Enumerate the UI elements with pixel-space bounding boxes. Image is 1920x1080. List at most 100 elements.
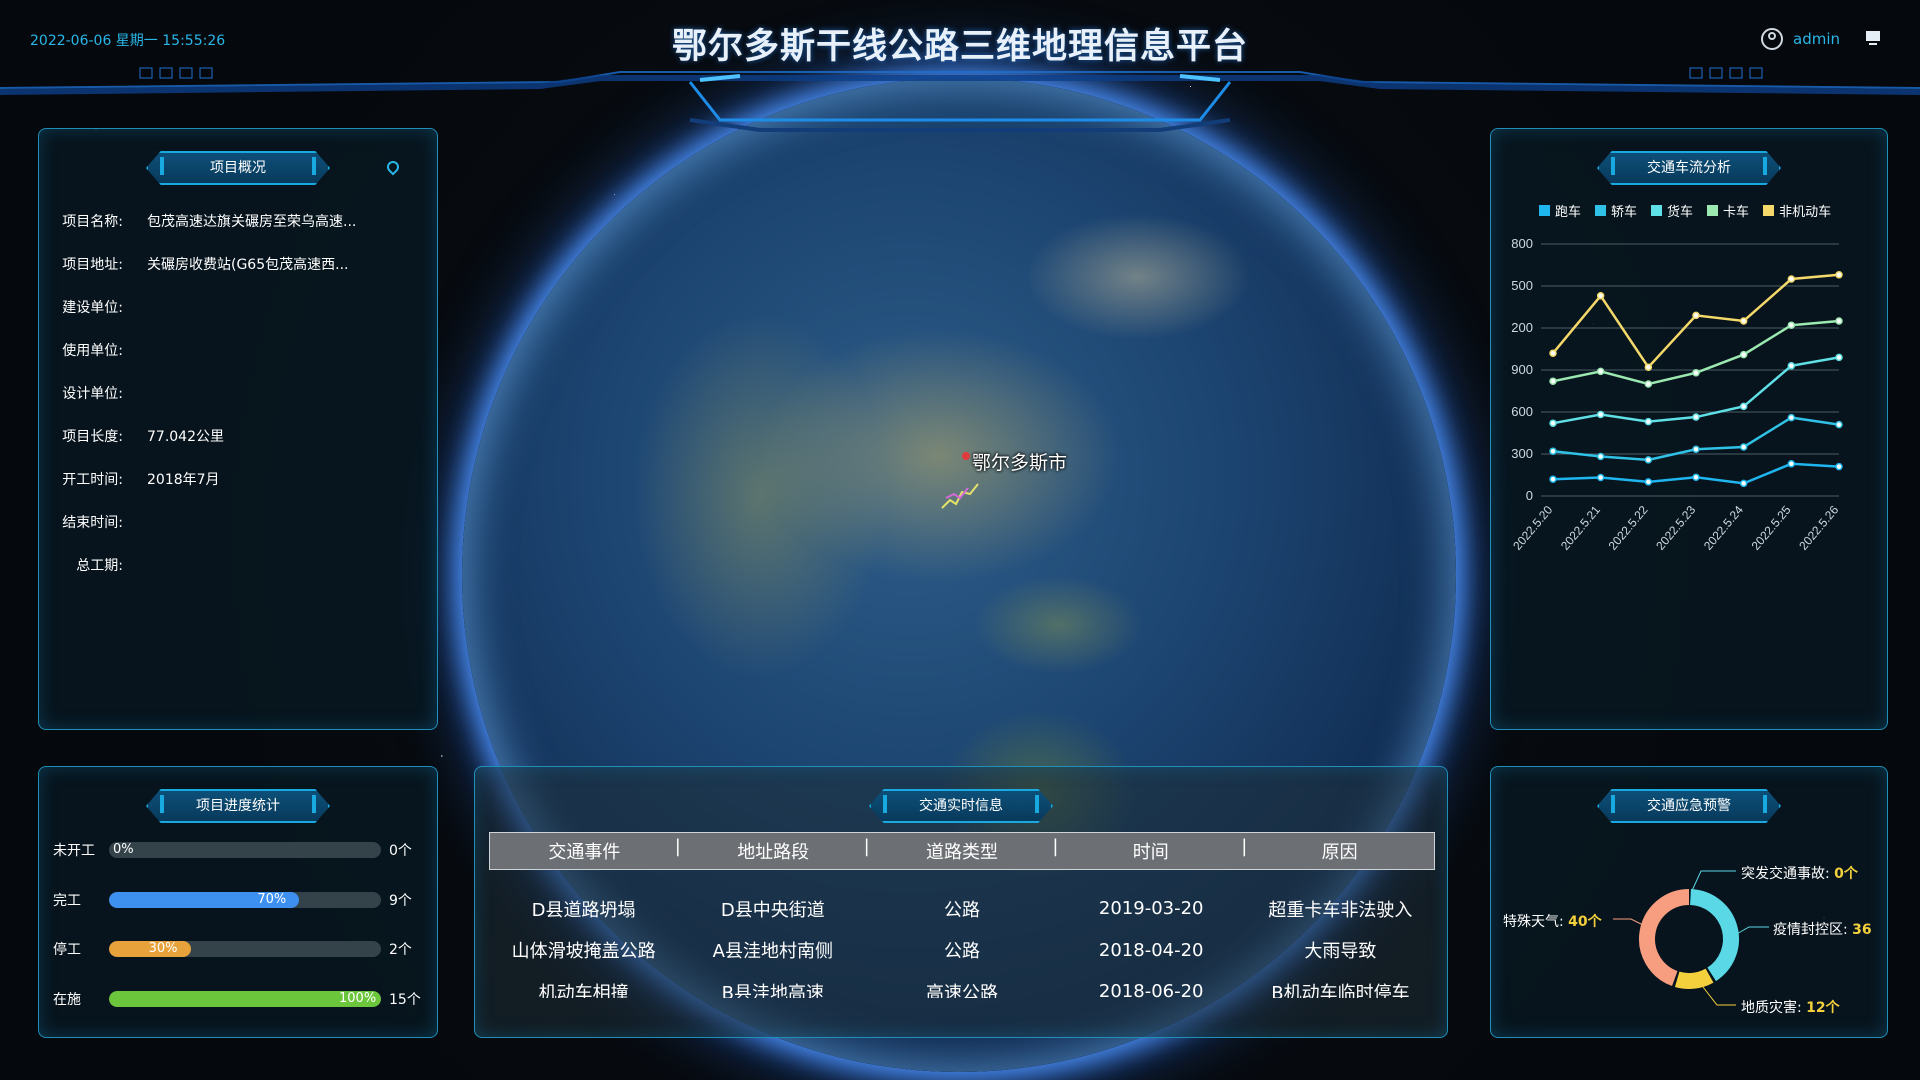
info-row-name: 项目名称: 包茂高速达旗关碾房至荣乌高速...: [39, 199, 437, 242]
data-point[interactable]: [1549, 447, 1557, 455]
data-point[interactable]: [1835, 353, 1843, 362]
data-point[interactable]: [1644, 478, 1653, 486]
legend-label: 非机动车: [1779, 205, 1832, 220]
data-point[interactable]: [1739, 402, 1748, 411]
x-tick-label: 2022.5.20: [1510, 503, 1555, 553]
column-header[interactable]: 交通事件: [490, 838, 679, 864]
data-point[interactable]: [1835, 462, 1843, 471]
data-point[interactable]: [1549, 475, 1557, 483]
info-label: 总工期:: [76, 557, 123, 574]
donut-segment[interactable]: [1690, 889, 1739, 982]
data-point[interactable]: [1692, 369, 1700, 377]
data-point[interactable]: [1596, 292, 1605, 300]
realtime-table-body[interactable]: C高铁暂时停运C县铁路2018-12-20特大暴风雪D县道路坍塌D县中央街道公路…: [489, 870, 1435, 998]
data-point[interactable]: [1596, 452, 1605, 461]
legend-label: 卡车: [1723, 205, 1750, 220]
legend-item[interactable]: 货车: [1651, 201, 1693, 220]
data-point[interactable]: [1692, 445, 1700, 453]
table-row[interactable]: 山体滑坡掩盖公路 A县洼地村南侧 公路 2018-04-20 大雨导致: [489, 930, 1435, 972]
data-point[interactable]: [1549, 349, 1557, 357]
data-point[interactable]: [1835, 271, 1843, 279]
legend-item[interactable]: 轿车: [1595, 201, 1637, 220]
info-value: 包茂高速达旗关碾房至荣乌高速...: [147, 213, 357, 230]
city-marker-icon[interactable]: [962, 452, 970, 460]
progress-label: 完工: [53, 893, 81, 909]
data-point[interactable]: [1835, 420, 1843, 429]
donut-segment[interactable]: [1674, 968, 1714, 989]
progress-count: 2个: [389, 942, 412, 958]
table-cell: 2019-03-20: [1098, 898, 1204, 920]
donut-label-value: 36: [1852, 922, 1872, 938]
progress-percent: 30%: [148, 941, 178, 956]
data-point[interactable]: [1787, 362, 1796, 370]
column-header[interactable]: 时间: [1052, 836, 1245, 864]
table-cell: C高铁暂时停运: [489, 870, 678, 874]
legend-label: 跑车: [1555, 205, 1582, 220]
data-point[interactable]: [1644, 456, 1653, 464]
y-tick-label: 800: [1511, 236, 1533, 251]
progress-row: 在施 100% 15个: [53, 989, 433, 1009]
donut-label-value: 40个: [1568, 914, 1602, 930]
username[interactable]: admin: [1793, 30, 1840, 48]
donut-label-value: 12个: [1806, 1000, 1840, 1016]
city-label[interactable]: 鄂尔多斯市: [972, 448, 1067, 475]
table-row[interactable]: C高铁暂时停运C县铁路2018-12-20特大暴风雪: [489, 870, 1435, 888]
table-cell: 高速公路: [926, 982, 998, 998]
data-point[interactable]: [1596, 367, 1605, 376]
x-tick-label: 2022.5.25: [1749, 503, 1794, 553]
data-point[interactable]: [1549, 377, 1557, 385]
legend-item[interactable]: 跑车: [1539, 201, 1581, 220]
data-point[interactable]: [1739, 317, 1748, 325]
location-icon[interactable]: [384, 158, 402, 176]
y-tick-label: 500: [1511, 278, 1533, 293]
user-icon[interactable]: [1761, 28, 1783, 50]
data-point[interactable]: [1787, 460, 1796, 468]
table-cell: 超重卡车非法驶入: [1268, 899, 1413, 921]
data-point[interactable]: [1644, 417, 1653, 426]
donut-label: 地质灾害: 12个: [1741, 997, 1840, 1017]
highway-route-icon[interactable]: [940, 478, 980, 512]
data-point[interactable]: [1596, 410, 1605, 419]
user-menu[interactable]: admin: [1761, 28, 1840, 50]
data-point[interactable]: [1692, 473, 1700, 481]
panel-title: 项目概况: [146, 151, 330, 185]
data-point[interactable]: [1835, 317, 1843, 325]
table-cell: 2018-04-20: [1098, 939, 1204, 961]
fullscreen-monitor-icon[interactable]: [1866, 31, 1880, 45]
table-cell: A县洼地村南侧: [712, 941, 833, 963]
info-row-user: 使用单位:: [39, 328, 437, 371]
table-cell: 铁路: [867, 870, 1056, 874]
table-row[interactable]: 机动车相撞 B县洼地高速 高速公路 2018-06-20 B机动车临时停车: [489, 971, 1435, 998]
info-label: 项目长度:: [62, 428, 123, 445]
data-point[interactable]: [1596, 473, 1605, 482]
panel-title: 交通实时信息: [869, 789, 1053, 823]
data-point[interactable]: [1549, 419, 1557, 427]
donut-segment[interactable]: [1639, 889, 1690, 987]
data-point[interactable]: [1692, 413, 1700, 421]
column-header[interactable]: 道路类型: [864, 836, 1057, 864]
progress-bar: 100%: [109, 991, 381, 1007]
data-point[interactable]: [1739, 350, 1748, 359]
table-cell: 特大暴风雪: [1246, 870, 1435, 874]
data-point[interactable]: [1787, 275, 1796, 283]
legend-label: 货车: [1667, 205, 1694, 220]
info-row-end: 结束时间:: [39, 500, 437, 543]
legend-item[interactable]: 卡车: [1707, 201, 1749, 220]
column-header[interactable]: 原因: [1241, 836, 1434, 864]
data-point[interactable]: [1739, 443, 1748, 451]
column-header[interactable]: 地址路段: [675, 836, 868, 864]
data-point[interactable]: [1739, 479, 1748, 488]
project-info-list: 项目名称: 包茂高速达旗关碾房至荣乌高速... 项目地址: 关碾房收费站(G65包茂…: [39, 199, 437, 586]
data-point[interactable]: [1644, 380, 1653, 388]
realtime-table-header: 交通事件 地址路段 道路类型 时间 原因: [489, 832, 1435, 870]
table-cell: C县: [678, 870, 867, 874]
data-point[interactable]: [1787, 321, 1796, 329]
data-point[interactable]: [1787, 413, 1796, 422]
table-row[interactable]: D县道路坍塌 D县中央街道 公路 2019-03-20 超重卡车非法驶入: [489, 888, 1435, 930]
info-row-designer: 设计单位:: [39, 371, 437, 414]
donut-label-name: 特殊天气:: [1503, 914, 1569, 930]
legend-item[interactable]: 非机动车: [1763, 201, 1831, 220]
data-point[interactable]: [1692, 311, 1700, 320]
data-point[interactable]: [1644, 363, 1653, 371]
series-line[interactable]: [1552, 273, 1840, 370]
